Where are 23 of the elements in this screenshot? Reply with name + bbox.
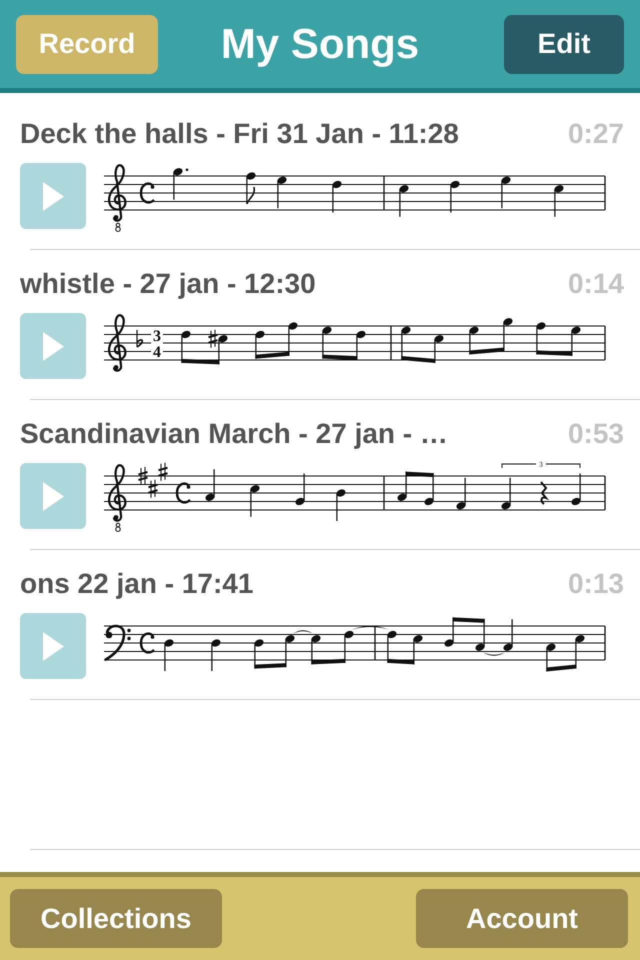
time-signature-numeral: 4	[153, 344, 161, 361]
play-icon	[42, 632, 64, 660]
play-button[interactable]	[20, 463, 86, 529]
play-button[interactable]	[20, 313, 86, 379]
song-title: Deck the halls - Fri 31 Jan - 11:28	[20, 118, 459, 150]
time-signature-numeral: 3	[153, 328, 161, 345]
song-title: Scandinavian March - 27 jan - …	[20, 418, 448, 450]
play-icon	[42, 482, 64, 510]
page-title: My Songs	[220, 20, 420, 68]
play-icon	[42, 332, 64, 360]
song-title: whistle - 27 jan - 12:30	[20, 268, 316, 300]
song-title: ons 22 jan - 17:41	[20, 568, 254, 600]
song-duration: 0:53	[568, 418, 624, 450]
song-duration: 0:14	[568, 268, 624, 300]
song-duration: 0:13	[568, 568, 624, 600]
song-duration: 0:27	[568, 118, 624, 150]
play-icon	[42, 182, 64, 210]
edit-button[interactable]: Edit	[504, 14, 624, 74]
play-button[interactable]	[20, 613, 86, 679]
record-button[interactable]: Record	[16, 14, 158, 74]
collections-button[interactable]: Collections	[10, 889, 222, 948]
account-button[interactable]: Account	[416, 889, 628, 948]
play-button[interactable]	[20, 163, 86, 229]
